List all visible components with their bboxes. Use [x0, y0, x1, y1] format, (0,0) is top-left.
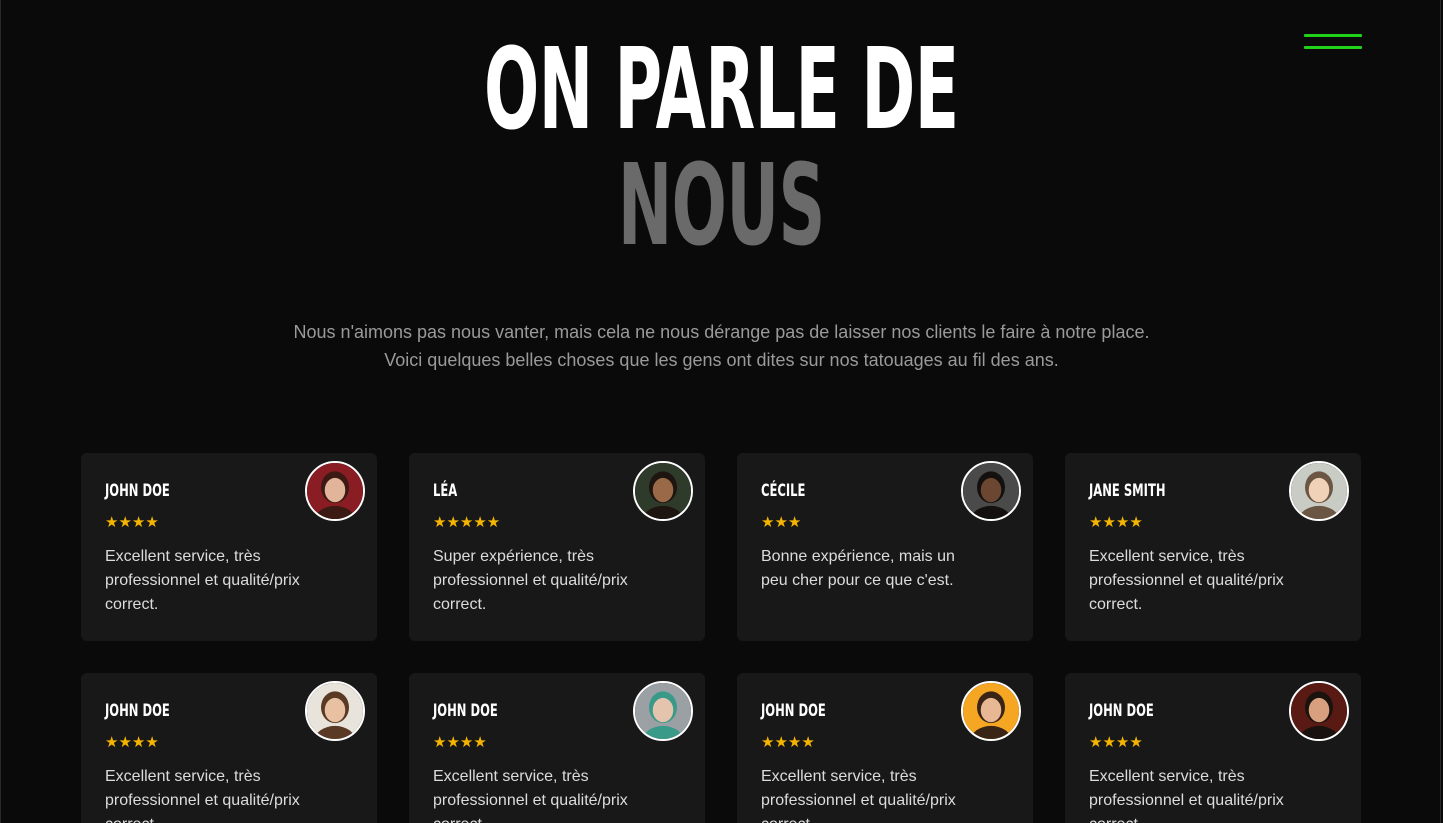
intro-line-1: Nous n'aimons pas nous vanter, mais cela… [293, 322, 1150, 342]
hamburger-menu-icon[interactable] [1304, 34, 1362, 52]
star-rating: ★★★★ [105, 514, 159, 531]
star-rating: ★★★★ [1089, 734, 1143, 751]
avatar [961, 681, 1021, 741]
reviewer-name: John Doe [1089, 701, 1154, 721]
review-card: Léa ★★★★★ Super expérience, très professio… [409, 453, 705, 641]
menu-line-top [1304, 34, 1362, 37]
reviewer-name: Cécile [761, 481, 806, 501]
review-card: John Doe ★★★★ Excellent service, très prof… [737, 673, 1033, 823]
star-rating: ★★★★ [761, 734, 815, 751]
menu-line-bottom [1304, 46, 1362, 49]
review-card: John Doe ★★★★ Excellent service, très prof… [409, 673, 705, 823]
avatar [1289, 461, 1349, 521]
review-card: John Doe ★★★★ Excellent service, très prof… [81, 453, 377, 641]
reviewer-name: John Doe [105, 481, 170, 501]
reviewer-name: John Doe [433, 701, 498, 721]
star-rating: ★★★★ [1089, 514, 1143, 531]
page-title-line-2: NOUS [617, 141, 825, 271]
reviewer-name: John Doe [105, 701, 170, 721]
star-rating: ★★★★ [105, 734, 159, 751]
reviewer-name: Jane Smith [1089, 481, 1166, 501]
reviewer-name: John Doe [761, 701, 826, 721]
star-rating: ★★★ [761, 514, 802, 531]
star-rating: ★★★★ [433, 734, 487, 751]
review-card: John Doe ★★★★ Excellent service, très prof… [1065, 673, 1361, 823]
reviewer-name: Léa [433, 481, 458, 501]
avatar [1289, 681, 1349, 741]
intro-text: Nous n'aimons pas nous vanter, mais cela… [0, 318, 1443, 374]
review-text: Excellent service, très professionnel et… [1089, 548, 1284, 613]
review-text: Excellent service, très professionnel et… [433, 768, 628, 823]
star-rating: ★★★★★ [433, 514, 501, 531]
page-title-line-1: ON PARLE DE [484, 25, 959, 155]
review-text: Bonne expérience, mais un peu cher pour … [761, 548, 955, 589]
avatar [633, 461, 693, 521]
review-text: Excellent service, très professionnel et… [761, 768, 956, 823]
avatar [305, 461, 365, 521]
review-text: Super expérience, très professionnel et … [433, 548, 628, 613]
review-card: Jane Smith ★★★★ Excellent service, très pr… [1065, 453, 1361, 641]
intro-line-2: Voici quelques belles choses que les gen… [384, 350, 1059, 370]
avatar [305, 681, 365, 741]
review-text: Excellent service, très professionnel et… [105, 548, 300, 613]
avatar [633, 681, 693, 741]
review-card: Cécile ★★★ Bonne expérience, mais un peu c… [737, 453, 1033, 641]
avatar [961, 461, 1021, 521]
review-card: John Doe ★★★★ Excellent service, très prof… [81, 673, 377, 823]
review-text: Excellent service, très professionnel et… [1089, 768, 1284, 823]
review-text: Excellent service, très professionnel et… [105, 768, 300, 823]
reviews-grid: John Doe ★★★★ Excellent service, très prof… [81, 453, 1361, 823]
